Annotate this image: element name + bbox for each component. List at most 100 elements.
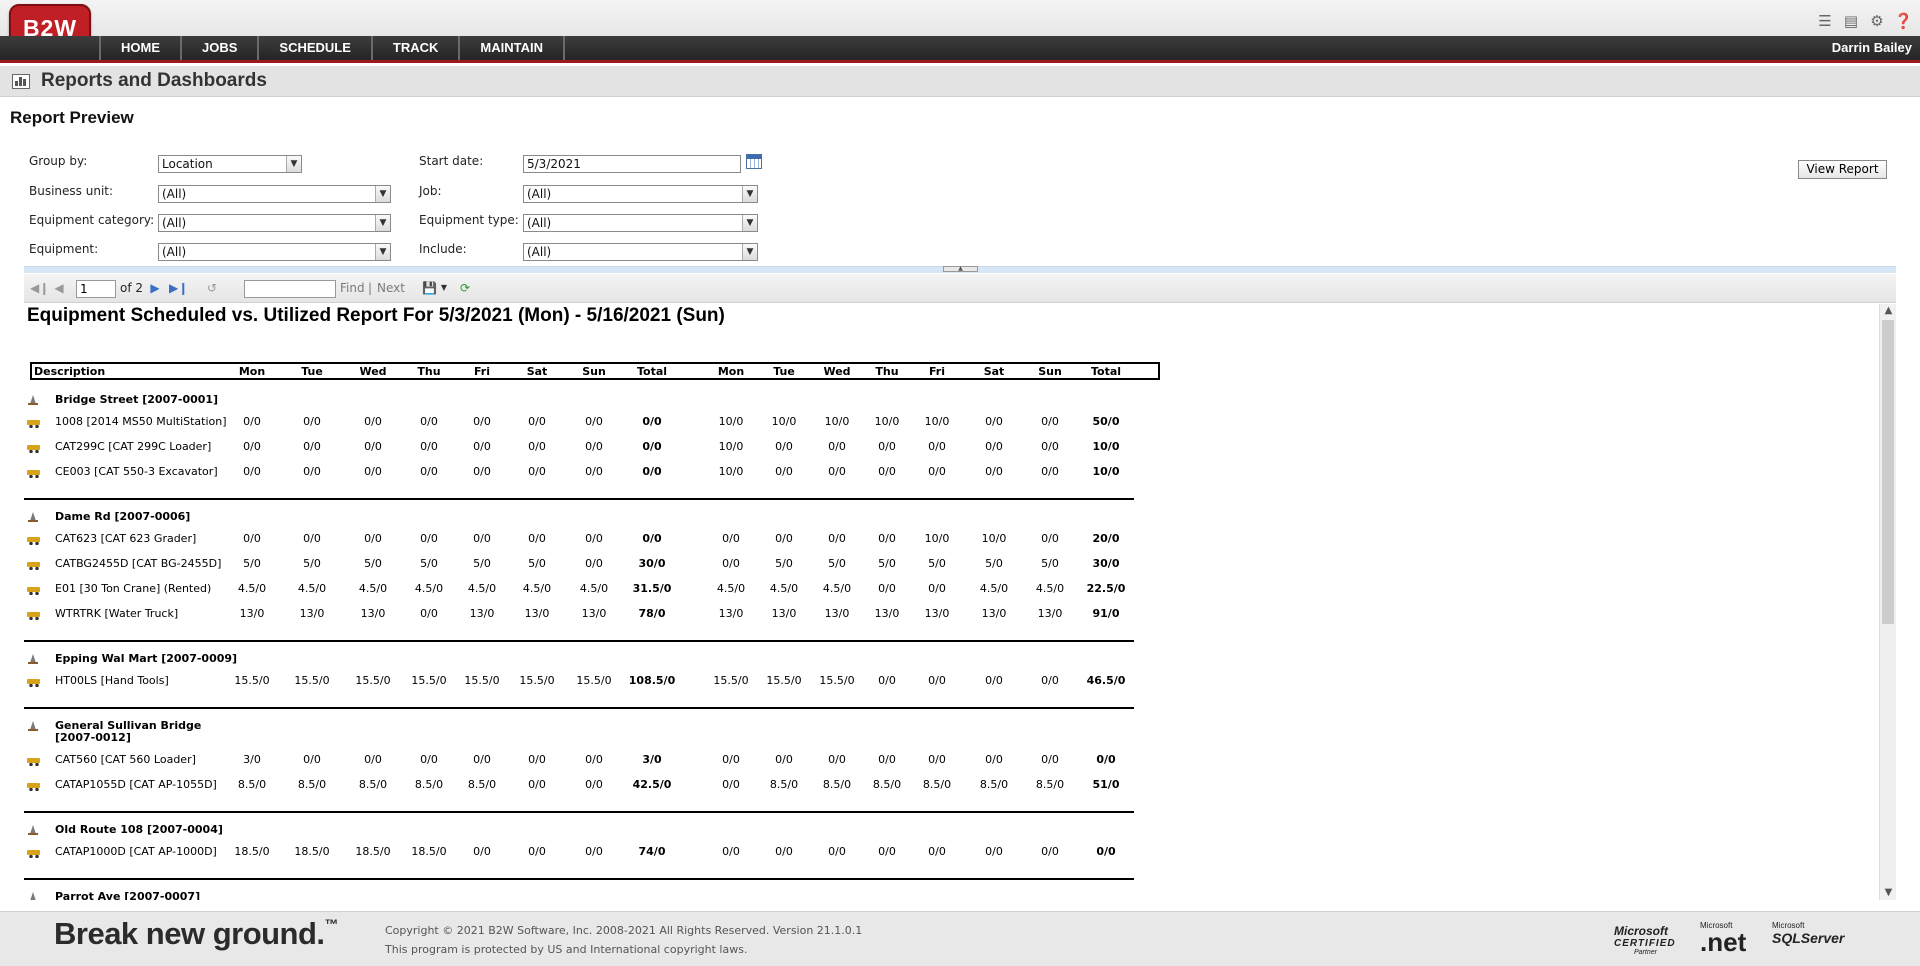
- group-name-cont: [2007-0012]: [55, 731, 131, 744]
- chevron-down-icon[interactable]: ▼: [375, 215, 390, 231]
- find-link[interactable]: Find: [340, 274, 365, 303]
- refresh-icon[interactable]: ⟳: [458, 281, 472, 295]
- table-row[interactable]: WTRTRK [Water Truck] 13/0 13/0 13/0 0/0 13/0 1…: [24, 606, 1134, 624]
- group-separator: [24, 640, 1134, 642]
- page-title: Reports and Dashboards: [41, 70, 267, 91]
- scheduled-value: 4.5/0: [979, 582, 1009, 595]
- table-row[interactable]: CATAP1000D [CAT AP-1000D] 18.5/0 18.5/0 18.…: [24, 844, 1134, 862]
- report-scrollbar[interactable]: ▲ ▼: [1879, 304, 1896, 900]
- help-icon[interactable]: ❓: [1894, 13, 1913, 30]
- table-row[interactable]: CATBG2455D [CAT BG-2455D] 5/0 5/0 5/0 5/0 5/0…: [24, 556, 1134, 574]
- chevron-down-icon[interactable]: ▼: [375, 186, 390, 202]
- column-header: Fri: [928, 365, 945, 378]
- nav-schedule[interactable]: SCHEDULE: [259, 36, 373, 60]
- job-select[interactable]: (All) ▼: [523, 185, 758, 203]
- week1-total: 108.5/0: [628, 674, 676, 687]
- page-number-input[interactable]: 1: [76, 280, 116, 298]
- scroll-thumb[interactable]: [1882, 320, 1894, 624]
- group-name: Epping Wal Mart [2007-0009]: [55, 652, 238, 665]
- start-date-input[interactable]: 5/3/2021: [523, 155, 741, 173]
- chevron-down-icon[interactable]: ▼: [742, 244, 757, 260]
- nav-home[interactable]: HOME: [99, 36, 182, 60]
- table-row[interactable]: CATAP1055D [CAT AP-1055D] 8.5/0 8.5/0 8.5/0…: [24, 777, 1134, 795]
- column-header: Thu: [417, 365, 441, 378]
- table-row[interactable]: CAT299C [CAT 299C Loader] 0/0 0/0 0/0 0/0 0/0…: [24, 439, 1134, 457]
- equipment-icon: [27, 609, 42, 620]
- chevron-down-icon[interactable]: ▼: [286, 156, 301, 172]
- table-row[interactable]: HT00LS [Hand Tools] 15.5/0 15.5/0 15.5/0 15.…: [24, 673, 1134, 691]
- column-header: Tue: [773, 365, 795, 378]
- equipment-select[interactable]: (All) ▼: [158, 243, 391, 261]
- scheduled-value: 0/0: [722, 532, 740, 545]
- last-page-icon[interactable]: ▶❙: [169, 281, 188, 295]
- scheduled-value: 0/0: [420, 607, 438, 620]
- scheduled-value: 0/0: [775, 440, 793, 453]
- scheduled-value: 3/0: [243, 753, 261, 766]
- traffic-cone-icon: [27, 720, 39, 732]
- back-icon[interactable]: ↺: [205, 281, 219, 295]
- chevron-down-icon[interactable]: ▼: [742, 186, 757, 202]
- scheduled-value: 0/0: [985, 674, 1003, 687]
- table-row[interactable]: E01 [30 Ton Crane] (Rented) 4.5/0 4.5/0 4.5…: [24, 581, 1134, 599]
- scheduled-value: 13/0: [360, 607, 386, 620]
- traffic-cone-icon: [27, 511, 39, 523]
- scheduled-value: 5/0: [528, 557, 546, 570]
- week2-total: 91/0: [1092, 607, 1120, 620]
- scroll-down-icon[interactable]: ▼: [1880, 886, 1897, 900]
- user-name[interactable]: Darrin Bailey: [1832, 36, 1912, 60]
- nav-maintain[interactable]: MAINTAIN: [460, 36, 566, 60]
- group-by-select[interactable]: Location ▼: [158, 155, 302, 173]
- week2-total: 0/0: [1096, 845, 1116, 858]
- previous-page-icon[interactable]: ◀: [52, 281, 66, 295]
- table-row[interactable]: 1008 [2014 MS50 MultiStation] 0/0 0/0 0/0 0/…: [24, 414, 1134, 432]
- library-icon[interactable]: ☰: [1816, 13, 1834, 30]
- group-by-label: Group by:: [29, 154, 88, 168]
- scheduled-value: 0/0: [585, 415, 603, 428]
- chart-icon[interactable]: ▤: [1842, 13, 1860, 30]
- column-header: Total: [1090, 365, 1122, 378]
- chevron-down-icon[interactable]: ▼: [742, 215, 757, 231]
- report-header-row: Description Mon Tue Wed Thu Fri Sat Sun Total Mon…: [30, 362, 1160, 380]
- scheduled-value: 0/0: [722, 753, 740, 766]
- table-row[interactable]: CE003 [CAT 550-3 Excavator] 0/0 0/0 0/0 0/0 0…: [24, 464, 1134, 482]
- nav-track[interactable]: TRACK: [373, 36, 461, 60]
- next-page-icon[interactable]: ▶: [148, 281, 162, 295]
- equipment-type-select[interactable]: (All) ▼: [523, 214, 758, 232]
- chevron-down-icon[interactable]: ▼: [375, 244, 390, 260]
- collapse-parameters-button[interactable]: ▲: [943, 266, 978, 272]
- include-select[interactable]: (All) ▼: [523, 243, 758, 261]
- equipment-type-label: Equipment type:: [419, 213, 519, 227]
- column-header: Sun: [1038, 365, 1062, 378]
- calendar-icon[interactable]: [746, 154, 762, 169]
- dotnet-logo: Microsoft .net: [1700, 921, 1747, 957]
- equipment-label: Equipment:: [29, 242, 99, 256]
- table-row[interactable]: CAT623 [CAT 623 Grader] 0/0 0/0 0/0 0/0 0/0 0/…: [24, 531, 1134, 549]
- scheduled-value: 0/0: [473, 465, 491, 478]
- equipment-category-select[interactable]: (All) ▼: [158, 214, 391, 232]
- equipment-description: E01 [30 Ton Crane] (Rented): [55, 582, 212, 595]
- report-title: Equipment Scheduled vs. Utilized Report …: [27, 305, 725, 326]
- table-row[interactable]: CAT560 [CAT 560 Loader] 3/0 0/0 0/0 0/0 0/0 0/…: [24, 752, 1134, 770]
- view-report-button[interactable]: View Report: [1798, 160, 1887, 179]
- first-page-icon[interactable]: ◀❙: [30, 281, 49, 295]
- scheduled-value: 10/0: [771, 415, 797, 428]
- gear-icon[interactable]: ⚙: [1868, 13, 1886, 30]
- scheduled-value: 0/0: [722, 557, 740, 570]
- tagline: Break new ground.™: [54, 916, 339, 951]
- find-input[interactable]: [244, 280, 336, 298]
- next-link[interactable]: Next: [377, 274, 405, 303]
- scheduled-value: 0/0: [585, 845, 603, 858]
- scheduled-value: 0/0: [928, 845, 946, 858]
- scroll-up-icon[interactable]: ▲: [1880, 304, 1897, 318]
- week1-total: 74/0: [638, 845, 666, 858]
- scheduled-value: 18.5/0: [411, 845, 447, 858]
- export-dropdown-icon[interactable]: ▼: [437, 281, 451, 295]
- scheduled-value: 0/0: [1041, 532, 1059, 545]
- business-unit-select[interactable]: (All) ▼: [158, 185, 391, 203]
- week2-total: 46.5/0: [1086, 674, 1126, 687]
- nav-jobs[interactable]: JOBS: [182, 36, 260, 60]
- scheduled-value: 0/0: [1041, 674, 1059, 687]
- column-header: Total: [636, 365, 668, 378]
- export-icon[interactable]: 💾: [422, 281, 437, 295]
- column-header: Tue: [301, 365, 323, 378]
